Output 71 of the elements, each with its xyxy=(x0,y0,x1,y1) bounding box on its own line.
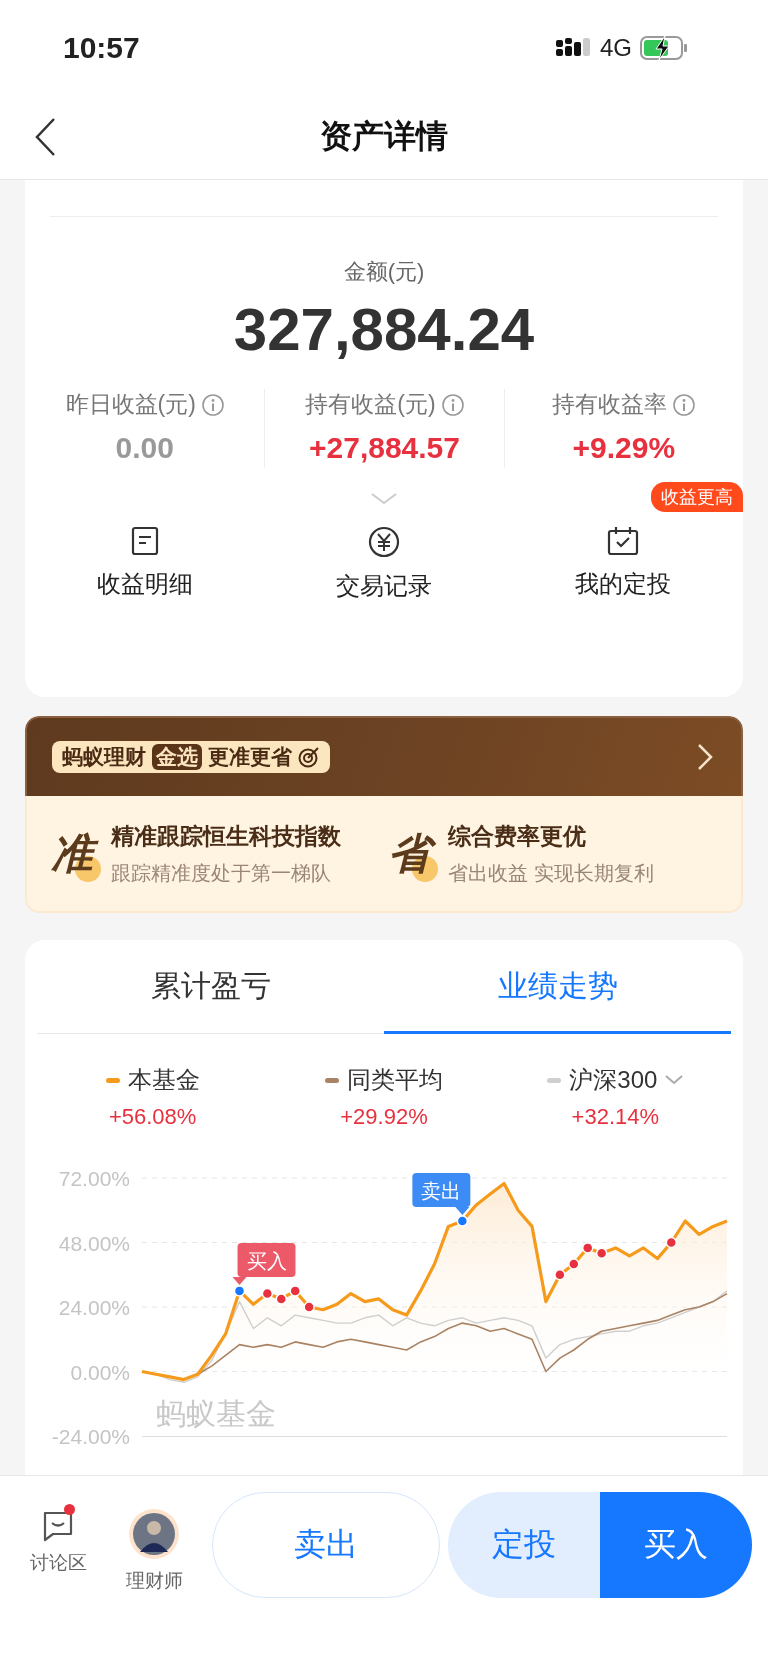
axis-label: 24.00% xyxy=(58,1296,130,1319)
calendar-icon[interactable] xyxy=(607,526,640,556)
legend-value: +56.08% xyxy=(108,1104,197,1130)
action-button[interactable]: 买入 xyxy=(600,1492,752,1598)
feature-subtitle: 跟踪精准度处于第一梯队 xyxy=(111,860,332,886)
annotation-tag xyxy=(412,1173,471,1215)
banner-header[interactable]: 蚂蚁理财 金选 更准更省 xyxy=(25,716,743,796)
nav-link[interactable]: 讨论区 xyxy=(12,1508,104,1576)
shortcut-label[interactable]: 交易记录 xyxy=(336,570,432,602)
axis-label: 72.00% xyxy=(58,1167,130,1190)
legend-swatch xyxy=(547,1077,562,1083)
action-button[interactable]: 定投 xyxy=(448,1492,600,1598)
expand-icon[interactable] xyxy=(370,492,398,506)
annotation-label: 卖出 xyxy=(421,1180,462,1202)
nav-link[interactable]: 理财师 xyxy=(108,1508,200,1594)
buy-point xyxy=(568,1258,580,1270)
tab[interactable]: 业绩走势 xyxy=(384,940,731,1033)
buy-point xyxy=(581,1242,594,1254)
stat-value: +27,884.57 xyxy=(309,430,460,466)
yen-icon[interactable] xyxy=(368,526,400,558)
buy-point xyxy=(275,1293,288,1305)
feature-subtitle: 省出收益 实现长期复利 xyxy=(448,860,654,886)
axis-label: 48.00% xyxy=(58,1231,130,1255)
brand-tag: 金选 xyxy=(152,744,202,770)
axis-label: 0.00% xyxy=(70,1360,130,1384)
info-icon[interactable] xyxy=(441,393,464,416)
feature-title: 综合费率更优 xyxy=(448,821,587,851)
battery-icon xyxy=(640,34,688,61)
amount-label: 金额(元) xyxy=(342,258,426,286)
slogan: 更准更省 xyxy=(208,744,292,770)
network-label: 4G xyxy=(600,33,632,62)
annotation-tag xyxy=(232,1242,296,1285)
stat-label: 昨日收益(元) xyxy=(65,390,196,419)
feature-title: 精准跟踪恒生科技指数 xyxy=(111,821,341,851)
legend-value: +32.14% xyxy=(571,1104,660,1130)
trade-point xyxy=(456,1215,469,1227)
buy-point xyxy=(595,1247,608,1259)
info-icon[interactable] xyxy=(673,393,696,416)
trade-point xyxy=(233,1285,246,1297)
buy-point xyxy=(303,1301,315,1313)
legend-label: 本基金 xyxy=(127,1065,200,1095)
clock: 10:57 xyxy=(63,30,140,65)
buy-point xyxy=(289,1285,301,1297)
shortcut-label[interactable]: 收益明细 xyxy=(96,568,193,600)
stat-value: +9.29% xyxy=(572,430,676,466)
info-icon[interactable] xyxy=(201,393,224,416)
target-icon xyxy=(298,746,320,768)
tab[interactable]: 累计盈亏 xyxy=(37,940,384,1033)
stat-label: 持有收益(元) xyxy=(305,390,436,419)
chevron-right-icon xyxy=(697,743,713,771)
legend-swatch xyxy=(105,1077,120,1083)
back-icon xyxy=(33,117,57,157)
dropdown-icon[interactable] xyxy=(665,1075,684,1085)
buy-point xyxy=(665,1236,678,1249)
promo-badge: 收益更高 xyxy=(651,482,743,512)
stat-label: 持有收益率 xyxy=(552,390,668,419)
legend-label: 沪深300 xyxy=(569,1065,658,1095)
amount-value: 327,884.24 xyxy=(232,295,536,365)
annotation-label: 买入 xyxy=(246,1249,287,1272)
shortcut-label[interactable]: 我的定投 xyxy=(575,568,672,600)
brand-name: 蚂蚁理财 xyxy=(62,744,146,770)
legend-label: 同类平均 xyxy=(347,1065,443,1095)
page-title: 资产详情 xyxy=(320,117,448,156)
legend-swatch xyxy=(325,1077,339,1083)
document-icon[interactable] xyxy=(129,526,160,556)
axis-label: -24.00% xyxy=(51,1425,130,1448)
stat-value: 0.00 xyxy=(115,430,174,466)
action-button[interactable]: 卖出 xyxy=(212,1492,440,1598)
buy-point xyxy=(261,1287,274,1300)
buy-point xyxy=(554,1269,566,1281)
legend-value: +29.92% xyxy=(340,1104,428,1130)
